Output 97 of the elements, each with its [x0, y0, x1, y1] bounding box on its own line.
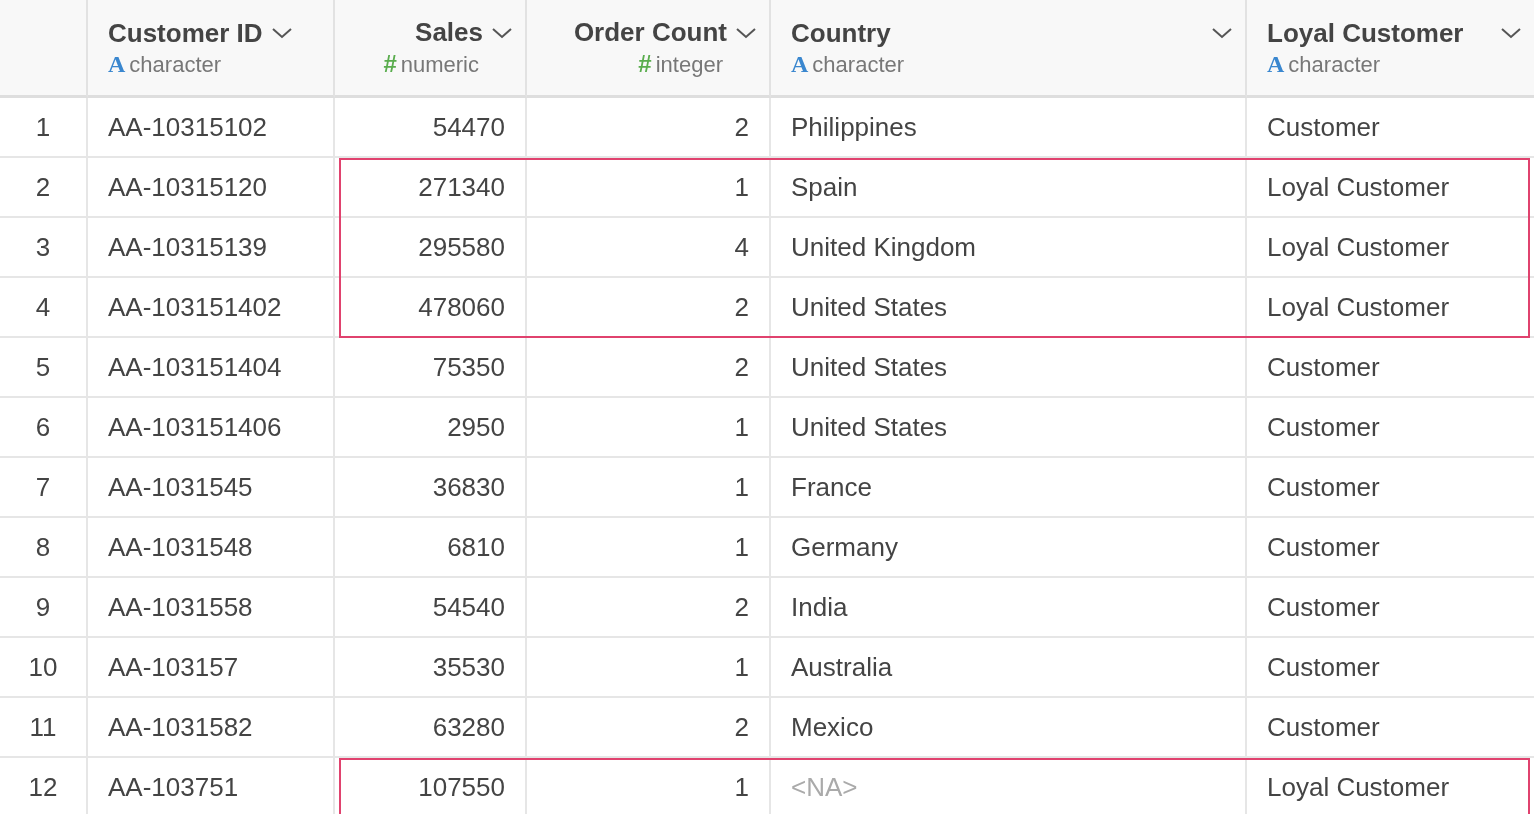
column-header[interactable]: Customer ID A character — [88, 0, 335, 98]
table-cell: 295580 — [335, 218, 527, 278]
table-cell: Customer — [1247, 638, 1534, 698]
type-label: integer — [655, 52, 723, 78]
table-cell: AA-103151406 — [88, 398, 335, 458]
table-cell: 1 — [527, 458, 771, 518]
table-cell: AA-103151402 — [88, 278, 335, 338]
row-number: 9 — [0, 578, 88, 638]
table-cell: Philippines — [771, 98, 1247, 158]
table-cell: 1 — [527, 758, 771, 814]
table-cell: 1 — [527, 398, 771, 458]
table-cell: Customer — [1247, 518, 1534, 578]
type-label: character — [129, 51, 222, 78]
type-icon: # — [638, 50, 652, 78]
chevron-down-icon[interactable] — [1211, 26, 1233, 40]
table-cell: 478060 — [335, 278, 527, 338]
table-cell: 36830 — [335, 458, 527, 518]
table-cell: AA-1031545 — [88, 458, 335, 518]
table-cell: United States — [771, 338, 1247, 398]
column-header[interactable]: Country A character — [771, 0, 1247, 98]
table-cell: Customer — [1247, 398, 1534, 458]
table-cell: Spain — [771, 158, 1247, 218]
table-cell: India — [771, 578, 1247, 638]
column-name: Country — [791, 17, 891, 49]
row-number: 2 — [0, 158, 88, 218]
table-cell: AA-1031582 — [88, 698, 335, 758]
table-cell: 2 — [527, 578, 771, 638]
table-cell: 6810 — [335, 518, 527, 578]
table-cell: AA-10315102 — [88, 98, 335, 158]
column-header[interactable]: Order Count # integer — [527, 0, 771, 98]
table-cell: 2950 — [335, 398, 527, 458]
table-cell: 107550 — [335, 758, 527, 814]
chevron-down-icon[interactable] — [1500, 26, 1522, 40]
table-cell: France — [771, 458, 1247, 518]
table-cell: AA-1031558 — [88, 578, 335, 638]
column-header[interactable]: Loyal Customer A character — [1247, 0, 1534, 98]
table-cell: United States — [771, 398, 1247, 458]
table-cell: Loyal Customer — [1247, 158, 1534, 218]
table-cell: AA-10315139 — [88, 218, 335, 278]
table-cell: Germany — [771, 518, 1247, 578]
row-number: 5 — [0, 338, 88, 398]
row-number: 4 — [0, 278, 88, 338]
table-cell: 75350 — [335, 338, 527, 398]
row-number: 10 — [0, 638, 88, 698]
table-cell: 54470 — [335, 98, 527, 158]
type-label: character — [812, 51, 905, 78]
table-cell: Customer — [1247, 98, 1534, 158]
table-cell: 2 — [527, 338, 771, 398]
type-label: numeric — [400, 52, 479, 78]
table-cell: Customer — [1247, 698, 1534, 758]
chevron-down-icon[interactable] — [270, 26, 293, 40]
column-name: Loyal Customer — [1267, 17, 1464, 49]
table-cell: 2 — [527, 98, 771, 158]
table-cell: 2 — [527, 278, 771, 338]
column-header[interactable]: Sales # numeric — [335, 0, 527, 98]
table-cell: 271340 — [335, 158, 527, 218]
chevron-down-icon[interactable] — [491, 25, 513, 40]
table-cell: Customer — [1247, 338, 1534, 398]
row-number: 11 — [0, 698, 88, 758]
chevron-down-icon[interactable] — [735, 25, 757, 40]
table-cell: Australia — [771, 638, 1247, 698]
row-number: 12 — [0, 758, 88, 814]
missing-value: <NA> — [791, 771, 858, 803]
row-number: 7 — [0, 458, 88, 518]
table-cell: Loyal Customer — [1247, 218, 1534, 278]
table-cell: 4 — [527, 218, 771, 278]
table-cell: AA-10315120 — [88, 158, 335, 218]
type-icon: # — [383, 50, 397, 78]
type-label: character — [1288, 51, 1381, 78]
row-number: 8 — [0, 518, 88, 578]
column-name: Order Count — [573, 17, 727, 48]
table-cell: 1 — [527, 518, 771, 578]
table-cell: 35530 — [335, 638, 527, 698]
table-cell: United States — [771, 278, 1247, 338]
table-cell: AA-103751 — [88, 758, 335, 814]
table-cell: 1 — [527, 158, 771, 218]
table-cell: 1 — [527, 638, 771, 698]
column-name: Customer ID — [108, 17, 263, 49]
row-number: 3 — [0, 218, 88, 278]
table-cell: AA-103151404 — [88, 338, 335, 398]
table-cell: AA-103157 — [88, 638, 335, 698]
column-name: Sales — [415, 17, 483, 48]
table-cell: United Kingdom — [771, 218, 1247, 278]
type-icon: A — [1267, 50, 1285, 78]
type-icon: A — [108, 50, 126, 78]
table-cell: Mexico — [771, 698, 1247, 758]
table-cell: AA-1031548 — [88, 518, 335, 578]
table-cell: Customer — [1247, 458, 1534, 518]
table-cell: Customer — [1247, 578, 1534, 638]
type-icon: A — [791, 50, 809, 78]
table-cell: 2 — [527, 698, 771, 758]
row-number: 6 — [0, 398, 88, 458]
table-cell: Loyal Customer — [1247, 278, 1534, 338]
table-cell: 63280 — [335, 698, 527, 758]
row-number: 1 — [0, 98, 88, 158]
table-cell: Loyal Customer — [1247, 758, 1534, 814]
table-cell: 54540 — [335, 578, 527, 638]
